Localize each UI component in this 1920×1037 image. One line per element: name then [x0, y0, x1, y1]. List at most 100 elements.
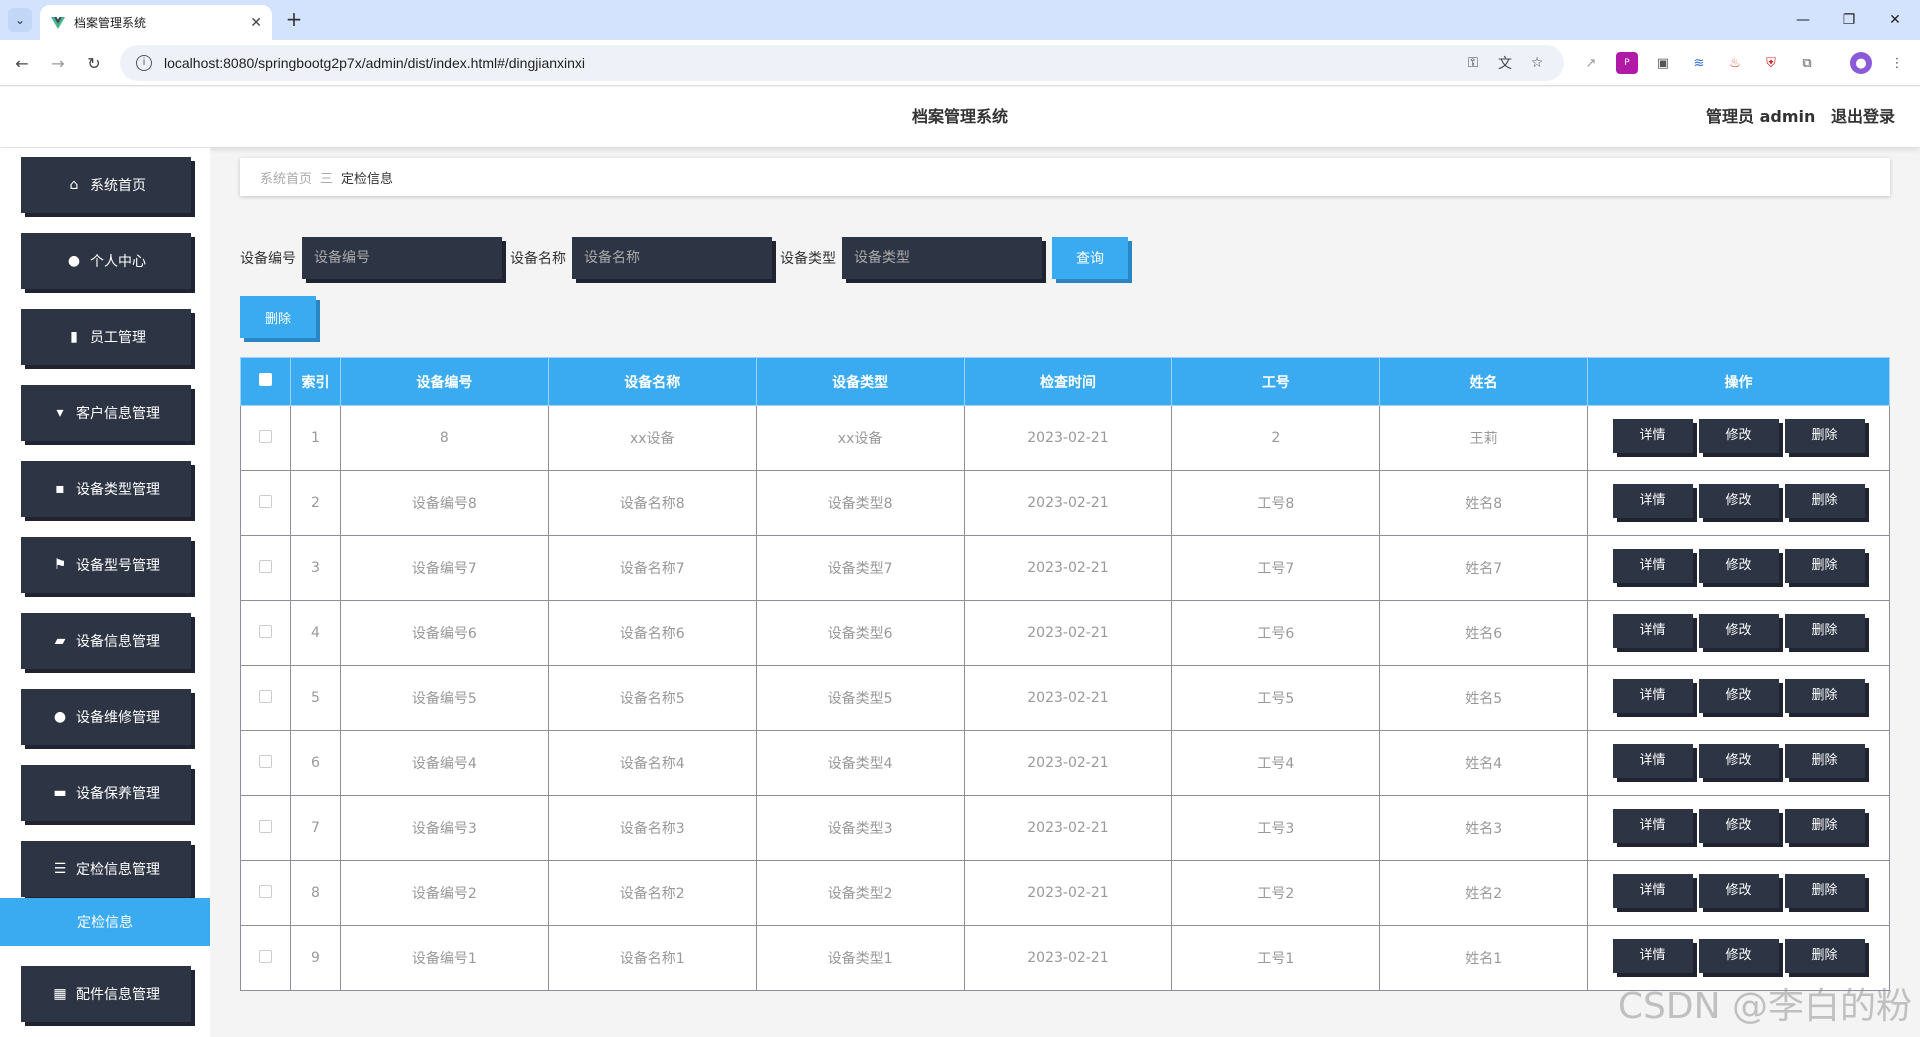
detail-button[interactable]: 详情: [1612, 614, 1693, 648]
detail-button[interactable]: 详情: [1612, 939, 1693, 973]
device-code-input[interactable]: [302, 237, 502, 279]
row-checkbox[interactable]: [258, 429, 272, 443]
row-checkbox[interactable]: [258, 689, 272, 703]
table-cell: 2023-02-21: [963, 535, 1173, 601]
minimize-button[interactable]: —: [1780, 0, 1826, 40]
sidebar-item-profile[interactable]: ● 个人中心: [21, 233, 191, 289]
table-cell: 2023-02-21: [963, 470, 1173, 536]
delete-button[interactable]: 删除: [1784, 939, 1865, 973]
table-header-row: 索引 设备编号 设备名称 设备类型 检查时间 工号 姓名 操作: [240, 357, 1890, 406]
reload-button[interactable]: ↻: [82, 51, 106, 75]
table-row: 3 设备编号7 设备名称7 设备类型7 2023-02-21 工号7 姓名7 详情 修改 删除: [240, 535, 1890, 601]
table-cell: 工号6: [1171, 600, 1381, 666]
edit-button[interactable]: 修改: [1698, 809, 1779, 843]
row-checkbox[interactable]: [258, 624, 272, 638]
edit-button[interactable]: 修改: [1698, 419, 1779, 453]
extension-icon[interactable]: P: [1616, 52, 1638, 74]
delete-button[interactable]: 删除: [1784, 679, 1865, 713]
sidebar-item-device-maintenance[interactable]: ▬ 设备保养管理: [21, 765, 191, 821]
row-select-cell: [240, 535, 291, 601]
tab-close-icon[interactable]: ✕: [250, 15, 262, 31]
table-cell: 姓名1: [1379, 925, 1589, 991]
table-cell: 设备类型3: [755, 795, 965, 861]
detail-button[interactable]: 详情: [1612, 874, 1693, 908]
table-cell: 设备类型1: [755, 925, 965, 991]
row-checkbox[interactable]: [258, 494, 272, 508]
extensions-puzzle-icon[interactable]: ⧉: [1796, 52, 1818, 74]
translate-icon[interactable]: 文: [1494, 52, 1516, 74]
table-cell: 王莉: [1379, 405, 1589, 471]
select-all-checkbox[interactable]: [258, 373, 272, 386]
edit-button[interactable]: 修改: [1698, 484, 1779, 518]
edit-button[interactable]: 修改: [1698, 874, 1779, 908]
table-cell: 设备名称8: [547, 470, 757, 536]
address-bar[interactable]: i localhost:8080/springbootg2p7x/admin/d…: [120, 45, 1564, 81]
delete-button[interactable]: 删除: [1784, 809, 1865, 843]
sidebar-item-inspection[interactable]: ☰ 定检信息管理: [21, 841, 191, 897]
row-actions-cell: 详情 修改 删除: [1587, 470, 1890, 536]
table-cell: 设备类型6: [755, 600, 965, 666]
delete-button[interactable]: 删除: [1784, 744, 1865, 778]
query-button[interactable]: 查询: [1052, 237, 1128, 279]
book-icon: ▮: [70, 329, 78, 345]
tab-list-button[interactable]: ⌄: [8, 8, 32, 32]
grid-icon: ▦: [53, 986, 67, 1002]
delete-button[interactable]: 删除: [1784, 614, 1865, 648]
detail-button[interactable]: 详情: [1612, 744, 1693, 778]
table-row: 5 设备编号5 设备名称5 设备类型5 2023-02-21 工号5 姓名5 详情 修改 删除: [240, 665, 1890, 731]
table-cell: 设备类型4: [755, 730, 965, 796]
bookmark-star-icon[interactable]: ☆: [1526, 52, 1548, 74]
extension-icon[interactable]: ⛨: [1760, 52, 1782, 74]
new-tab-button[interactable]: +: [282, 8, 306, 32]
close-window-button[interactable]: ✕: [1872, 0, 1918, 40]
sidebar-item-home[interactable]: ⌂ 系统首页: [21, 157, 191, 213]
row-checkbox[interactable]: [258, 884, 272, 898]
device-name-input[interactable]: [572, 237, 772, 279]
detail-button[interactable]: 详情: [1612, 549, 1693, 583]
sidebar-item-device-info[interactable]: ▰ 设备信息管理: [21, 613, 191, 669]
extension-icon[interactable]: ≋: [1688, 52, 1710, 74]
logout-link[interactable]: 退出登录: [1831, 107, 1895, 126]
extension-icon[interactable]: ♨: [1724, 52, 1746, 74]
row-checkbox[interactable]: [258, 949, 272, 963]
site-info-icon[interactable]: i: [136, 55, 152, 71]
device-type-input[interactable]: [842, 237, 1042, 279]
profile-avatar[interactable]: ●: [1850, 52, 1872, 74]
table-cell: 2023-02-21: [963, 860, 1173, 926]
row-actions-cell: 详情 修改 删除: [1587, 860, 1890, 926]
extension-icon[interactable]: ↗: [1580, 52, 1602, 74]
edit-button[interactable]: 修改: [1698, 679, 1779, 713]
breadcrumb-home[interactable]: 系统首页: [260, 168, 312, 187]
back-button[interactable]: ←: [10, 51, 34, 75]
batch-delete-button[interactable]: 删除: [240, 296, 316, 338]
detail-button[interactable]: 详情: [1612, 419, 1693, 453]
detail-button[interactable]: 详情: [1612, 679, 1693, 713]
row-checkbox[interactable]: [258, 559, 272, 573]
sidebar-item-customers[interactable]: ▾ 客户信息管理: [21, 385, 191, 441]
delete-button[interactable]: 删除: [1784, 419, 1865, 453]
sidebar-subitem-inspection-info[interactable]: 定检信息: [0, 898, 210, 946]
delete-button[interactable]: 删除: [1784, 549, 1865, 583]
table-cell: 姓名8: [1379, 470, 1589, 536]
detail-button[interactable]: 详情: [1612, 484, 1693, 518]
sidebar-item-device-repair[interactable]: ● 设备维修管理: [21, 689, 191, 745]
detail-button[interactable]: 详情: [1612, 809, 1693, 843]
restore-button[interactable]: ❐: [1826, 0, 1872, 40]
browser-tab[interactable]: 档案管理系统 ✕: [40, 5, 272, 40]
edit-button[interactable]: 修改: [1698, 744, 1779, 778]
browser-menu-icon[interactable]: ⋮: [1886, 52, 1908, 74]
edit-button[interactable]: 修改: [1698, 549, 1779, 583]
delete-button[interactable]: 删除: [1784, 874, 1865, 908]
edit-button[interactable]: 修改: [1698, 939, 1779, 973]
row-checkbox[interactable]: [258, 754, 272, 768]
delete-button[interactable]: 删除: [1784, 484, 1865, 518]
sidebar-item-device-types[interactable]: ▪ 设备类型管理: [21, 461, 191, 517]
sidebar-item-employees[interactable]: ▮ 员工管理: [21, 309, 191, 365]
edit-button[interactable]: 修改: [1698, 614, 1779, 648]
sidebar-item-device-models[interactable]: ⚑ 设备型号管理: [21, 537, 191, 593]
row-checkbox[interactable]: [258, 819, 272, 833]
key-icon[interactable]: ⚿: [1462, 52, 1484, 74]
extension-icon[interactable]: ▣: [1652, 52, 1674, 74]
sidebar-item-parts[interactable]: ▦ 配件信息管理: [21, 966, 191, 1022]
forward-button[interactable]: →: [46, 51, 70, 75]
